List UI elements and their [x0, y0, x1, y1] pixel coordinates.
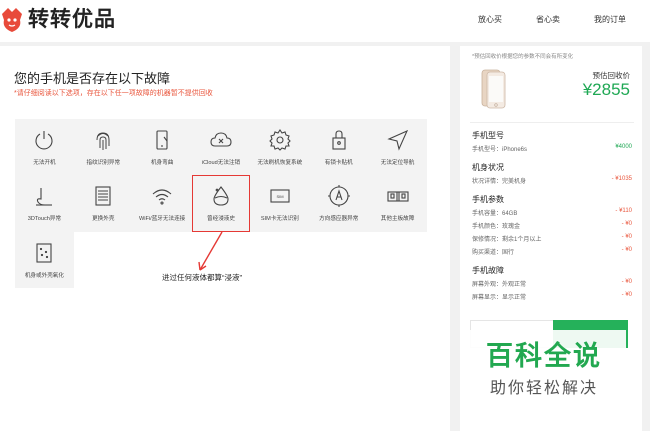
water-drop-icon: [213, 186, 229, 206]
fault-label: 其他主板故障: [380, 216, 415, 223]
oxidation-icon: [36, 243, 52, 263]
gear-icon: [269, 129, 291, 151]
fault-option-no-power[interactable]: 无法开机: [15, 119, 74, 175]
fault-option-locked[interactable]: 有锁卡贴机: [309, 119, 368, 175]
fault-label: iCloud无法注销: [201, 160, 241, 166]
fault-option-gps[interactable]: 无法定位导航: [368, 119, 427, 175]
fault-option-sensor[interactable]: 方向感应器异常: [309, 175, 368, 231]
fault-label: 方向感应器异常: [319, 216, 359, 223]
power-icon: [35, 131, 53, 150]
nav-orders[interactable]: 我的订单: [594, 14, 626, 25]
brand-name[interactable]: 转转优品: [28, 6, 116, 34]
section-model: 手机型号: [472, 131, 504, 140]
fault-option-board[interactable]: 其他主板故障: [368, 175, 427, 231]
question-title: 您的手机是否存在以下故障: [14, 71, 171, 86]
touch-icon: [36, 188, 53, 206]
fingerprint-icon: [96, 132, 110, 150]
question-note: *请仔细阅读以下选项，存在以下任一项故障的机器暂不提供回收: [14, 90, 213, 97]
row-color: 手机颜色：玫瑰金 - ¥0: [472, 221, 632, 230]
fault-option-wifi[interactable]: WiFi/蓝牙无法连接: [133, 175, 192, 231]
fault-label: 无法开机: [33, 160, 56, 166]
fault-option-fingerprint[interactable]: 指纹识别异常: [74, 119, 133, 175]
nav-sell[interactable]: 省心卖: [536, 14, 560, 25]
top-header: 转转优品 放心买 省心卖 我的订单: [0, 0, 650, 42]
top-nav: 放心买 省心卖 我的订单: [478, 14, 626, 25]
sim-icon: SIM: [270, 189, 290, 203]
estimated-price: ¥2855: [582, 80, 630, 99]
watermark: 百科全说 助你轻松解决: [462, 330, 626, 405]
brand-logo-icon[interactable]: [0, 6, 24, 34]
fault-option-bent[interactable]: 机身弯曲: [133, 119, 192, 175]
row-model: 手机型号：iPhone6s ¥4000: [472, 144, 632, 153]
price-note: *预估回收价根据您的参数不同会有所变化: [472, 54, 574, 60]
watermark-subtitle: 助你轻松解决: [489, 380, 598, 397]
fault-label: 机身或外壳氧化: [24, 272, 64, 279]
row-channel: 购买渠道：国行 - ¥0: [472, 247, 632, 256]
navigation-icon: [386, 129, 408, 151]
lock-icon: [332, 130, 346, 150]
fault-label: 无法定位导航: [380, 160, 415, 166]
row-screen-display: 屏幕显示：显示正常 - ¥0: [472, 292, 632, 301]
fault-label: 3DTouch异常: [27, 216, 62, 223]
fault-option-sim[interactable]: SIM SIM卡无法识别: [250, 175, 309, 231]
section-faults: 手机故障: [472, 266, 504, 275]
phone-image-icon: [481, 69, 506, 109]
section-params: 手机参数: [472, 195, 504, 204]
fault-option-reflash[interactable]: 无法刷机恢复系统: [250, 119, 309, 175]
fault-label: 无法刷机恢复系统: [257, 160, 303, 166]
fault-label: 有锁卡贴机: [324, 160, 353, 166]
fault-option-oxidation[interactable]: 机身或外壳氧化: [15, 232, 74, 288]
fault-option-shell[interactable]: 更换外壳: [74, 175, 133, 231]
fault-label: 机身弯曲: [150, 160, 174, 166]
row-condition: 状况详情：完美机身 - ¥1035: [472, 176, 632, 185]
watermark-title: 百科全说: [486, 341, 602, 371]
cloud-x-icon: [210, 132, 232, 147]
wifi-icon: [152, 189, 172, 205]
annotation-text: 进过任何液体都算“浸液”: [162, 273, 242, 282]
fault-label: 曾经浸液史: [207, 216, 235, 223]
compass-icon: [327, 185, 350, 208]
svg-text:SIM: SIM: [276, 194, 283, 199]
fault-option-3dtouch[interactable]: 3DTouch异常: [15, 175, 74, 231]
bent-phone-icon: [156, 130, 168, 150]
fault-option-water-damage[interactable]: 曾经浸液史: [191, 175, 251, 232]
row-warranty: 保修情况：剩余1个月以上 - ¥0: [472, 234, 632, 243]
row-screen-appearance: 屏幕外观：外观正常 - ¥0: [472, 279, 632, 288]
fault-label: 更换外壳: [92, 216, 115, 223]
nav-buy[interactable]: 放心买: [478, 14, 502, 25]
board-icon: [387, 191, 409, 202]
fault-label: SIM卡无法识别: [260, 216, 299, 223]
fault-option-icloud[interactable]: iCloud无法注销: [192, 119, 251, 175]
section-condition: 机身状况: [472, 163, 504, 172]
row-capacity: 手机容量：64GB - ¥110: [472, 208, 632, 217]
shell-icon: [95, 186, 111, 206]
fault-label: 指纹识别异常: [86, 160, 121, 166]
fault-label: WiFi/蓝牙无法连接: [138, 216, 186, 223]
